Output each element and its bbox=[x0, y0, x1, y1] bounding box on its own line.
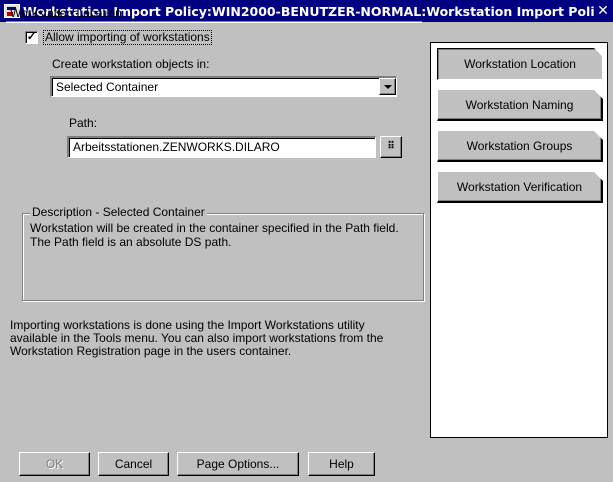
container-select-dropdown[interactable] bbox=[379, 78, 396, 95]
cancel-button-label: Cancel bbox=[114, 457, 153, 471]
help-button-label: Help bbox=[329, 457, 354, 471]
import-info-text: Importing workstations is done using the… bbox=[10, 318, 384, 358]
allow-import-checkbox[interactable]: ✓ bbox=[25, 31, 38, 44]
policy-page-panel: Workstation Location ✓ Allow importing o… bbox=[3, 6, 425, 433]
ok-button-label: OK bbox=[45, 457, 64, 471]
page-tabs-panel: Workstation Location Workstation Naming … bbox=[430, 42, 608, 438]
tab-corner bbox=[593, 89, 603, 99]
path-input[interactable]: Arbeitsstationen.ZENWORKS.DILARO bbox=[67, 136, 376, 158]
tab-workstation-location[interactable]: Workstation Location bbox=[437, 48, 604, 80]
tab-corner bbox=[593, 171, 603, 181]
cancel-button[interactable]: Cancel bbox=[98, 452, 169, 476]
path-input-value: Arbeitsstationen.ZENWORKS.DILARO bbox=[73, 140, 280, 154]
create-objects-label: Create workstation objects in: bbox=[52, 57, 210, 71]
section-divider bbox=[6, 21, 422, 23]
tab-corner bbox=[594, 48, 604, 58]
tab-label: Workstation Verification bbox=[456, 179, 583, 194]
container-select[interactable]: Selected Container bbox=[50, 76, 397, 97]
close-icon[interactable]: ✕ bbox=[595, 3, 611, 19]
tab-workstation-verification[interactable]: Workstation Verification bbox=[437, 171, 603, 203]
allow-import-label[interactable]: Allow importing of workstations bbox=[43, 30, 212, 45]
tab-label: Workstation Location bbox=[464, 57, 576, 71]
page-options-button[interactable]: Page Options... bbox=[177, 452, 299, 476]
check-mark-icon: ✓ bbox=[26, 31, 37, 43]
browse-path-button[interactable]: ⠿ bbox=[380, 136, 402, 158]
tab-workstation-naming[interactable]: Workstation Naming bbox=[437, 89, 603, 121]
description-text: Workstation will be created in the conta… bbox=[30, 221, 399, 249]
section-title: Workstation Location bbox=[10, 6, 122, 20]
tab-corner bbox=[593, 130, 603, 140]
help-button[interactable]: Help bbox=[308, 452, 375, 476]
tab-label: Workstation Naming bbox=[465, 97, 574, 112]
browse-tree-icon: ⠿ bbox=[387, 141, 395, 152]
chevron-down-icon bbox=[383, 84, 392, 89]
tab-workstation-groups[interactable]: Workstation Groups bbox=[437, 130, 603, 162]
tab-label: Workstation Groups bbox=[466, 138, 573, 153]
description-legend: Description - Selected Container bbox=[30, 205, 207, 219]
ok-button[interactable]: OK bbox=[19, 452, 90, 476]
page-options-button-label: Page Options... bbox=[196, 457, 280, 471]
path-label: Path: bbox=[69, 116, 98, 130]
container-select-value: Selected Container bbox=[56, 80, 159, 94]
